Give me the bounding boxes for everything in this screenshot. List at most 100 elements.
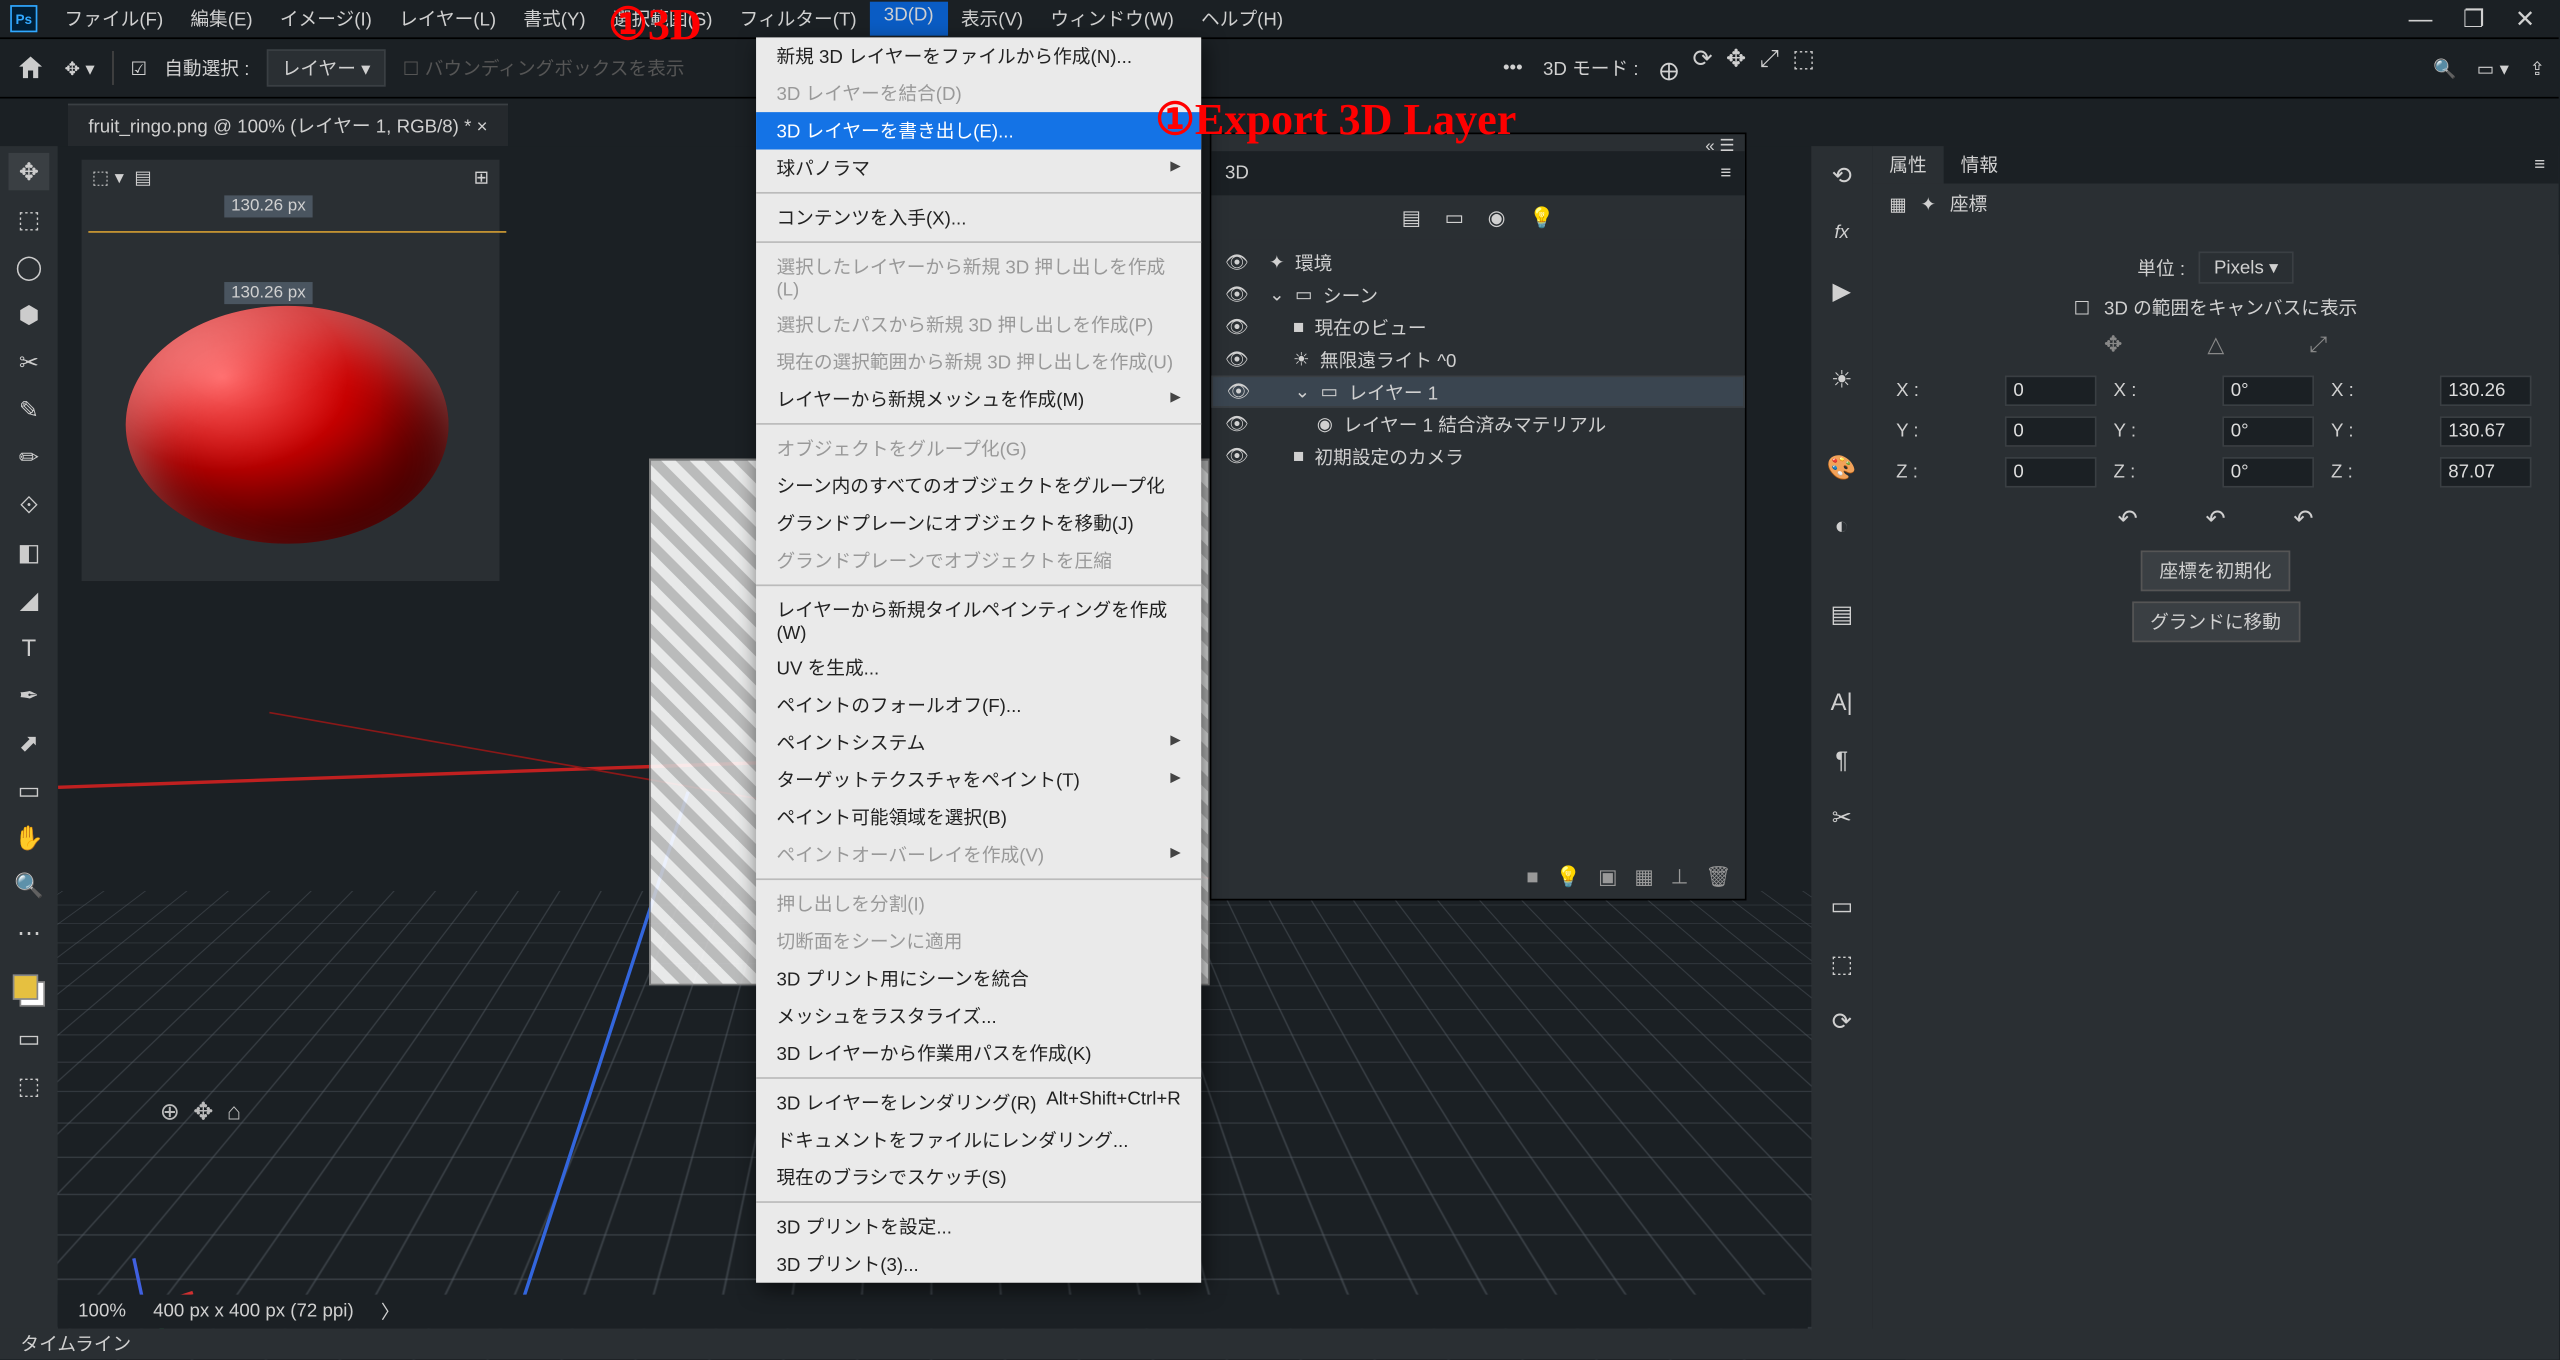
menu-item[interactable]: レイヤーから新規メッシュを作成(M) [756,381,1201,418]
menu-item[interactable]: ドキュメントをファイルにレンダリング... [756,1121,1201,1158]
menu-フィルター[interactable]: フィルター(T) [726,2,870,36]
panel-icon-1[interactable]: ▭ [1823,887,1860,924]
doc-info[interactable]: 400 px x 400 px (72 ppi) [153,1301,354,1321]
marquee-tool[interactable]: ⬚ [8,200,49,237]
search-icon[interactable]: 🔍 [2433,57,2456,79]
panel-menu-icon[interactable]: ≡ [2517,150,2558,181]
tab-properties[interactable]: 属性 [1872,146,1943,183]
range-checkbox[interactable]: ☐ [2074,296,2091,318]
light-icon[interactable]: 💡 [1556,865,1581,889]
menu-item[interactable]: グランドプレーンにオブジェクトを移動(J) [756,505,1201,542]
tree-row[interactable]: 👁■初期設定のカメラ [1211,440,1744,472]
filter-scene-icon[interactable]: ▤ [1402,206,1421,230]
workspace-icon[interactable]: ▭ ▾ [2477,57,2509,79]
visibility-icon[interactable]: 👁 [1225,251,1249,273]
menu-item[interactable]: 球パノラマ [756,150,1201,187]
scale-z-input[interactable] [2440,457,2532,488]
close-tab-icon[interactable]: × [477,117,488,137]
auto-select-checkbox[interactable]: ☑ [130,57,147,79]
expand-icon[interactable]: ⌄ [1269,284,1285,306]
reset-pos-icon[interactable]: ↶ [2118,505,2138,534]
sun-icon[interactable]: ☀ [1823,360,1860,397]
quick-mask-icon[interactable]: ⬚ [8,1067,49,1104]
tab-info[interactable]: 情報 [1944,146,2015,183]
trash-icon[interactable]: 🗑 [1705,865,1731,889]
share-icon[interactable]: ⇪ [2529,57,2545,79]
orbit-gizmo-icon[interactable]: ⊕ [160,1098,180,1127]
scale-x-input[interactable] [2440,375,2532,406]
menu-item[interactable]: 3D プリントを設定... [756,1208,1201,1245]
unit-select[interactable]: Pixels ▾ [2199,251,2294,283]
reset-scale-icon[interactable]: ↶ [2293,505,2313,534]
slide-icon[interactable]: ⤢ [1760,43,1779,92]
minimize-icon[interactable]: — [2409,4,2433,33]
tree-row[interactable]: 👁◉レイヤー 1 結合済みマテリアル [1211,408,1744,440]
move-tool-icon[interactable]: ✥ ▾ [65,57,95,79]
rot-z-input[interactable] [2222,457,2314,488]
menu-item[interactable]: 3D レイヤーから作業用パスを作成(K) [756,1035,1201,1072]
glyph-icon[interactable]: A| [1823,683,1860,720]
menu-3d[interactable]: 3D(D) [870,2,947,36]
reset-rot-icon[interactable]: ↶ [2206,505,2226,534]
menu-item[interactable]: 3D プリント(3)... [756,1245,1201,1282]
menu-ヘルプ[interactable]: ヘルプ(H) [1187,2,1296,36]
rot-y-input[interactable] [2222,416,2314,447]
zoom-tool[interactable]: 🔍 [8,866,49,903]
tree-row[interactable]: 👁■現在のビュー [1211,311,1744,343]
more-icon[interactable]: ••• [1503,58,1523,78]
mesh-icon[interactable]: ▦ [1889,193,1907,215]
pos-y-input[interactable] [2005,416,2097,447]
menu-イメージ[interactable]: イメージ(I) [266,2,385,36]
tree-row[interactable]: 👁✦環境 [1211,246,1744,278]
paragraph-icon[interactable]: ¶ [1823,741,1860,778]
document-tab[interactable]: fruit_ringo.png @ 100% (レイヤー 1, RGB/8) *… [68,104,508,146]
orbit-icon[interactable]: 🜨 [1659,43,1679,92]
palette-icon[interactable]: 🎨 [1823,449,1860,486]
tree-row[interactable]: 👁⌄▭シーン [1211,279,1744,311]
filter-light-icon[interactable]: 💡 [1529,206,1554,230]
contrast-icon[interactable]: ◐ [1823,506,1860,543]
move-to-ground-button[interactable]: グランドに移動 [2131,601,2299,642]
menu-レイヤー[interactable]: レイヤー(L) [385,2,509,36]
bbox-checkbox[interactable]: ☐ バウンディングボックスを表示 [403,54,685,81]
menu-item[interactable]: ペイントのフォールオフ(F)... [756,686,1201,723]
pos-z-input[interactable] [2005,457,2097,488]
fx-icon[interactable]: fx [1823,214,1860,251]
new-icon[interactable]: ⊥ [1671,865,1689,889]
brush-tool[interactable]: ✏ [8,438,49,475]
crop-tool[interactable]: ✂ [8,343,49,380]
menu-表示[interactable]: 表示(V) [947,2,1036,36]
pan-icon[interactable]: ✥ [1726,43,1746,92]
quick-select-tool[interactable]: ⬢ [8,296,49,333]
layers-icon[interactable]: ▤ [1823,595,1860,632]
ground-icon[interactable]: ▦ [1634,865,1653,889]
tree-row[interactable]: 👁☀無限遠ライト ^0 [1211,343,1744,375]
filter-material-icon[interactable]: ◉ [1488,206,1506,230]
history-icon[interactable]: ⟲ [1823,156,1860,193]
3d-panel-tab[interactable]: 3D [1225,163,1249,183]
edit-toolbar[interactable]: ⋯ [8,914,49,951]
gradient-tool[interactable]: ◢ [8,581,49,618]
visibility-icon[interactable]: 👁 [1225,284,1249,306]
swatch-icon[interactable] [10,972,47,1009]
filter-mesh-icon[interactable]: ▭ [1445,206,1464,230]
menu-item[interactable]: コンテンツを入手(X)... [756,199,1201,236]
menu-item[interactable]: UV を生成... [756,649,1201,686]
timeline-panel[interactable]: タイムライン [0,1329,2559,1360]
screen-mode-icon[interactable]: ▭ [8,1019,49,1056]
menu-item[interactable]: 3D プリント用にシーンを統合 [756,960,1201,997]
type-tool[interactable]: T [8,629,49,666]
info-chevron-icon[interactable]: 〉 [381,1298,400,1325]
visibility-icon[interactable]: 👁 [1225,413,1249,435]
pan-gizmo-icon[interactable]: ✥ [193,1098,213,1127]
menu-item[interactable]: 新規 3D レイヤーをファイルから作成(N)... [756,37,1201,74]
3d-view-widget[interactable]: ⬚ ▾ ▤ ⊞ 130.26 px 130.26 px [82,160,500,581]
scale-icon[interactable]: ⬚ [1792,43,1814,92]
hand-tool[interactable]: ✋ [8,819,49,856]
visibility-icon[interactable]: 👁 [1225,316,1249,338]
expand-icon[interactable]: ⌄ [1295,381,1311,403]
view-list-icon[interactable]: ▤ [134,166,152,188]
shape-tool[interactable]: ▭ [8,771,49,808]
visibility-icon[interactable]: 👁 [1225,348,1249,370]
eyedropper-tool[interactable]: ✎ [8,391,49,428]
